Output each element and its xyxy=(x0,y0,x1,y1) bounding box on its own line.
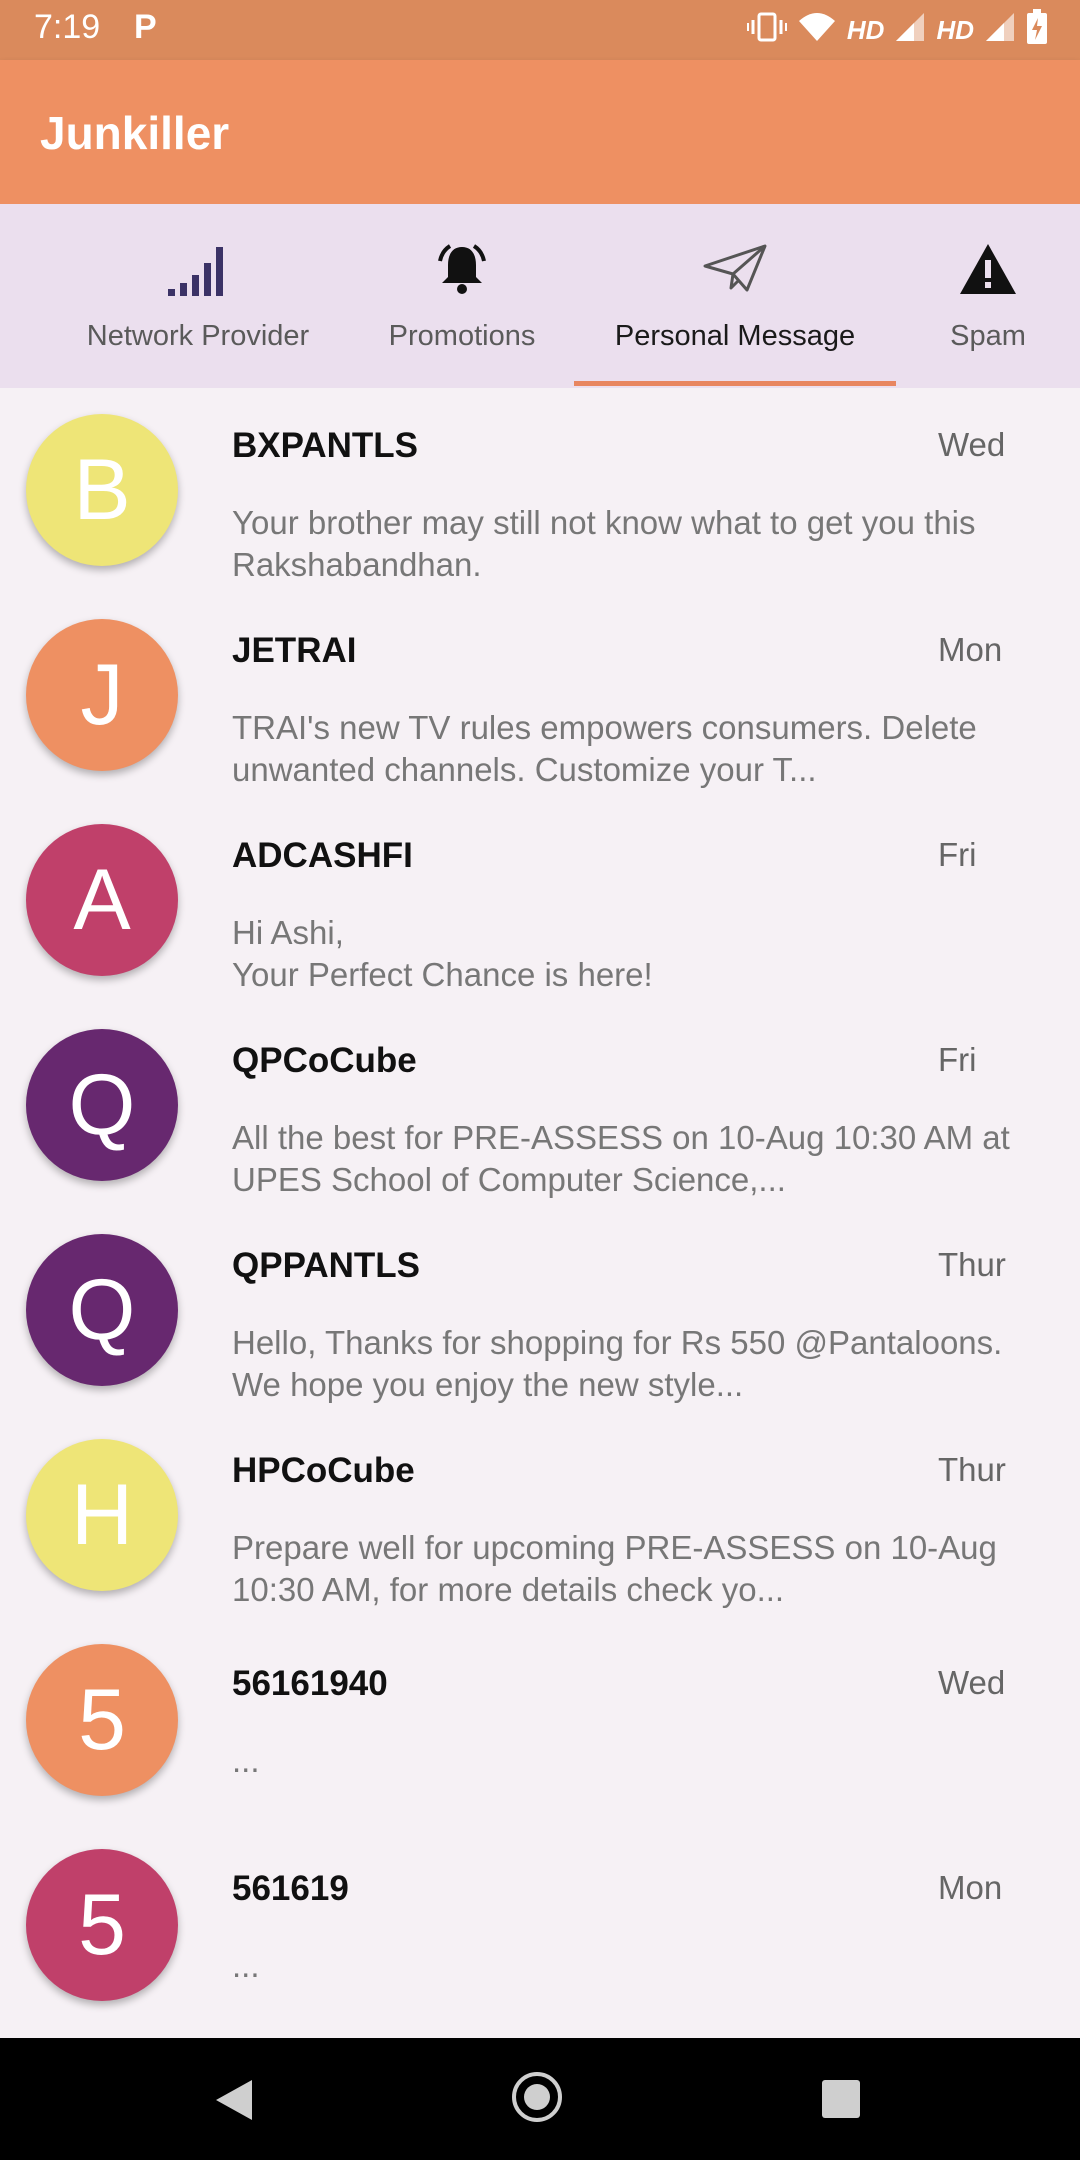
avatar: B xyxy=(26,414,178,566)
notification-p-icon: P xyxy=(134,8,157,46)
avatar: A xyxy=(26,824,178,976)
sender-name: JETRAI xyxy=(232,631,357,670)
wifi-icon xyxy=(797,11,837,50)
sender-name: BXPANTLS xyxy=(232,426,419,465)
message-row[interactable]: 5 561619 Mon ... xyxy=(0,1823,1080,2028)
message-preview: TRAI's new TV rules empowers consumers. … xyxy=(232,709,977,788)
paper-plane-icon xyxy=(574,234,896,304)
tab-label: e xyxy=(0,320,20,353)
message-day: Wed xyxy=(938,1664,1006,1701)
avatar: 5 xyxy=(26,1849,178,2001)
app-title: Junkiller xyxy=(40,107,230,159)
status-time: 7:19 xyxy=(34,8,101,46)
sender-name: HPCoCube xyxy=(232,1451,415,1490)
message-preview: Hello, Thanks for shopping for Rs 550 @P… xyxy=(232,1324,1003,1403)
signal-icon xyxy=(894,11,926,50)
avatar: H xyxy=(26,1439,178,1591)
tab-label: Personal Message xyxy=(614,320,856,352)
message-preview: All the best for PRE-ASSESS on 10-Aug 10… xyxy=(232,1119,1010,1198)
message-preview: ... xyxy=(232,1742,260,1779)
recent-apps-icon[interactable] xyxy=(822,2080,860,2118)
message-row[interactable]: Q QPCoCube Fri All the best for PRE-ASSE… xyxy=(0,1003,1080,1208)
message-day: Wed xyxy=(938,426,1006,463)
tab-label: Promotions xyxy=(388,320,536,352)
tab-label: Network Provider xyxy=(86,320,310,352)
avatar: Q xyxy=(26,1234,178,1386)
message-day: Mon xyxy=(938,1869,1003,1906)
message-row[interactable]: H HPCoCube Thur Prepare well for upcomin… xyxy=(0,1413,1080,1618)
message-preview: Hi Ashi, Your Perfect Chance is here! xyxy=(232,914,653,993)
tab-label: Spam xyxy=(950,320,1026,352)
message-row[interactable]: B BXPANTLS Wed Your brother may still no… xyxy=(0,388,1080,593)
tab-personal-message[interactable]: Personal Message xyxy=(574,204,896,388)
message-preview: Prepare well for upcoming PRE-ASSESS on … xyxy=(232,1529,997,1608)
tab-indicator xyxy=(574,381,896,386)
message-row[interactable]: A ADCASHFI Fri Hi Ashi, Your Perfect Cha… xyxy=(0,798,1080,1003)
status-icons: HD HD xyxy=(746,8,1048,52)
message-day: Thur xyxy=(938,1246,1006,1283)
network-label-1: HD xyxy=(846,14,885,45)
tab-promotions[interactable]: Promotions xyxy=(362,204,562,388)
warning-icon xyxy=(918,234,1058,304)
message-preview: Your brother may still not know what to … xyxy=(232,504,976,583)
message-row[interactable]: J JETRAI Mon TRAI's new TV rules empower… xyxy=(0,593,1080,798)
message-day: Mon xyxy=(938,631,1003,668)
status-bar: 7:19 P HD HD xyxy=(0,0,1080,60)
vibrate-icon xyxy=(746,11,787,50)
sender-name: QPCoCube xyxy=(232,1041,417,1080)
avatar: 5 xyxy=(26,1644,178,1796)
sender-name: QPPANTLS xyxy=(232,1246,420,1285)
signal-bars-icon xyxy=(58,234,338,304)
message-day: Fri xyxy=(938,836,977,873)
sender-name: 56161940 xyxy=(232,1664,388,1703)
system-nav-bar xyxy=(0,2038,1080,2160)
message-row[interactable]: 5 56161940 Wed ... xyxy=(0,1618,1080,1823)
signal-icon-2 xyxy=(984,11,1016,50)
message-row[interactable]: Q QPPANTLS Thur Hello, Thanks for shoppi… xyxy=(0,1208,1080,1413)
tab-network-provider[interactable]: Network Provider xyxy=(58,204,338,388)
bell-icon xyxy=(362,234,562,304)
message-day: Thur xyxy=(938,1451,1006,1488)
sender-name: 561619 xyxy=(232,1869,349,1908)
avatar: J xyxy=(26,619,178,771)
tab-bar: e Network Provider Promotions xyxy=(0,204,1080,388)
network-label-2: HD xyxy=(936,14,974,45)
message-preview: ... xyxy=(232,1947,260,1984)
battery-icon xyxy=(1026,8,1048,52)
sender-name: ADCASHFI xyxy=(232,836,413,875)
avatar: Q xyxy=(26,1029,178,1181)
back-icon[interactable] xyxy=(216,2080,252,2120)
tab-partial[interactable]: e xyxy=(0,204,20,388)
home-icon[interactable] xyxy=(512,2072,562,2122)
tab-spam[interactable]: Spam xyxy=(918,204,1058,388)
app-bar: Junkiller xyxy=(0,60,1080,204)
message-day: Fri xyxy=(938,1041,977,1078)
